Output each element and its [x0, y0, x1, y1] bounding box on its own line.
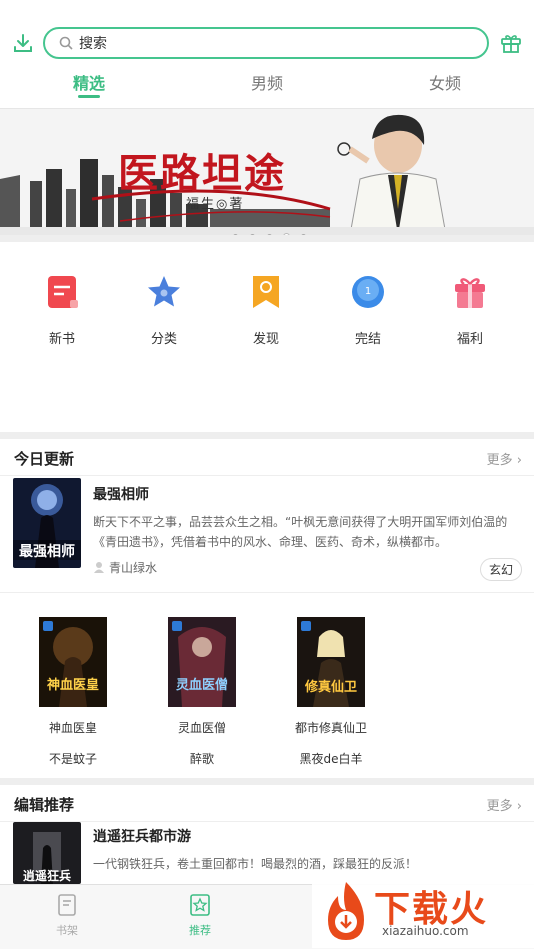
- book-cover: 神血医皇: [39, 617, 107, 707]
- watermark: 下载火 xiazaihuo.com: [312, 874, 534, 948]
- more-link[interactable]: 更多 ›: [487, 795, 522, 814]
- more-link[interactable]: 更多 ›: [487, 449, 522, 468]
- category-finished[interactable]: 1 完结: [328, 274, 408, 347]
- book-title: 逍遥狂兵都市游: [93, 829, 191, 845]
- tab-featured[interactable]: 精选: [29, 72, 149, 96]
- category-star-icon: [148, 276, 180, 307]
- category-label: 发现: [252, 332, 279, 347]
- category-label: 新书: [48, 332, 75, 347]
- book-author: 黑夜de白羊: [299, 752, 363, 766]
- book-title: 都市修真仙卫: [294, 721, 367, 735]
- book-title: 灵血医僧: [177, 721, 226, 735]
- chevron-right-icon: ›: [516, 453, 522, 468]
- cover-title: 灵血医僧: [176, 677, 228, 693]
- book-author: 不是蚊子: [48, 752, 97, 766]
- section-title: 今日更新: [14, 450, 75, 468]
- section-title: 编辑推荐: [14, 796, 75, 814]
- search-bar[interactable]: [43, 27, 489, 59]
- nav-label: 推荐: [189, 924, 211, 937]
- gift-icon[interactable]: [499, 31, 523, 55]
- category-new-books[interactable]: 新书: [22, 274, 102, 347]
- category-grid: 新书 分类 发现 1 完结 福利: [0, 242, 534, 432]
- bookshelf-icon: [58, 894, 76, 916]
- book-title: 最强相师: [93, 487, 149, 503]
- tab-female[interactable]: 女频: [385, 72, 505, 96]
- discover-bookmark-icon: [253, 276, 279, 308]
- book-description: 一代钢铁狂兵，卷土重回都市！喝最烈的酒，踩最狂的反派！: [93, 857, 418, 871]
- new-book-icon: [48, 276, 78, 308]
- gift-icon: [455, 278, 485, 308]
- book-cover: 逍遥狂兵: [13, 822, 81, 884]
- banner-pagination: [233, 224, 318, 239]
- active-tab-indicator: [78, 95, 100, 98]
- download-icon[interactable]: [12, 32, 34, 54]
- cover-title: 修真仙卫: [304, 679, 357, 695]
- promo-banner[interactable]: 医路坦途 福生◎著: [0, 109, 534, 235]
- category-label: 分类: [150, 332, 177, 347]
- grid-book[interactable]: 修真仙卫 都市修真仙卫 黑夜de白羊: [281, 617, 381, 767]
- grid-book[interactable]: 灵血医僧 灵血医僧 醉歌: [152, 617, 252, 767]
- category-classify[interactable]: 分类: [124, 274, 204, 347]
- nav-recommend[interactable]: 推荐: [170, 893, 230, 938]
- today-update-header: 今日更新 更多 ›: [0, 439, 534, 476]
- author-icon: [94, 562, 104, 573]
- category-discover[interactable]: 发现: [226, 274, 306, 347]
- book-description: 断天下不平之事，品芸芸众生之相。“叶枫无意间获得了大明开国军师刘伯温的《青田遗书…: [93, 515, 508, 549]
- featured-book-card[interactable]: 最强相师 最强相师 断天下不平之事，品芸芸众生之相。“叶枫无意间获得了大明开国军…: [0, 476, 534, 591]
- search-input[interactable]: [77, 32, 461, 56]
- divider: [0, 592, 534, 593]
- book-cover: 最强相师: [13, 478, 81, 568]
- book-title: 神血医皇: [48, 721, 97, 735]
- chevron-right-icon: ›: [516, 799, 522, 814]
- book-author: 青山绿水: [109, 561, 158, 575]
- cover-title: 逍遥狂兵: [23, 868, 71, 883]
- section-divider: [0, 778, 534, 785]
- svg-text:1: 1: [365, 286, 371, 297]
- nav-label: 书架: [56, 924, 78, 937]
- channel-tabs: 精选 男频 女频: [0, 72, 534, 106]
- finished-circle-icon: 1: [352, 276, 384, 308]
- nav-bookshelf[interactable]: 书架: [37, 893, 97, 938]
- category-label: 完结: [354, 332, 381, 347]
- category-welfare[interactable]: 福利: [430, 274, 510, 347]
- category-label: 福利: [456, 332, 483, 347]
- top-bar: 精选 男频 女频: [0, 0, 534, 109]
- banner-title: 医路坦途: [118, 150, 286, 197]
- recommend-icon: [190, 894, 210, 916]
- book-cover: 灵血医僧: [168, 617, 236, 707]
- editor-pick-header: 编辑推荐 更多 ›: [0, 785, 534, 822]
- flame-logo-icon: [328, 882, 364, 940]
- grid-book[interactable]: 神血医皇 神血医皇 不是蚊子: [23, 617, 123, 767]
- book-author: 醉歌: [189, 752, 214, 766]
- section-divider: [0, 235, 534, 242]
- tab-male[interactable]: 男频: [207, 72, 327, 96]
- book-cover: 修真仙卫: [297, 617, 365, 707]
- cover-title: 神血医皇: [47, 677, 99, 693]
- search-icon: [59, 36, 73, 50]
- watermark-url: xiazaihuo.com: [382, 924, 469, 938]
- section-divider: [0, 432, 534, 439]
- cover-title: 最强相师: [19, 543, 75, 560]
- genre-tag[interactable]: 玄幻: [480, 558, 523, 581]
- more-label: 更多: [486, 799, 513, 814]
- more-label: 更多: [486, 453, 513, 468]
- banner-author: 福生◎著: [186, 197, 245, 212]
